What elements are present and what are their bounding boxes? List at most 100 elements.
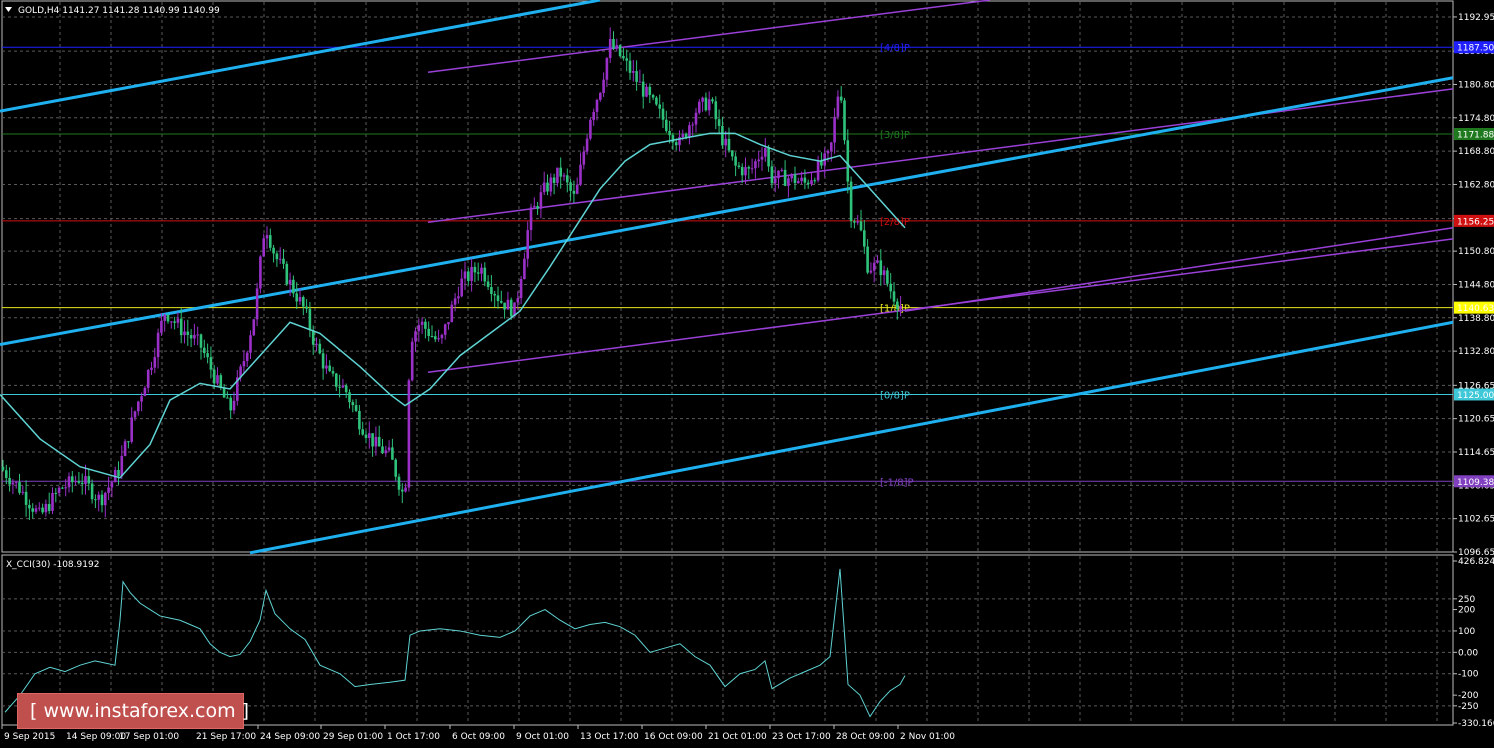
candle-body: [21, 491, 25, 493]
candle-body: [90, 483, 94, 500]
candle-body: [255, 288, 259, 320]
y-tick-label: 1138.80: [1458, 314, 1494, 324]
candle-body: [315, 343, 318, 345]
candle-body: [308, 308, 312, 331]
candle-body: [490, 287, 493, 294]
candle-body: [569, 182, 572, 191]
candle-body: [328, 365, 331, 372]
candle-body: [57, 487, 61, 494]
candle-body: [645, 86, 648, 97]
x-tick-label: 28 Oct 09:00: [836, 732, 895, 742]
candle-body: [232, 400, 236, 411]
candle-body: [417, 324, 421, 332]
candle-body: [140, 396, 143, 402]
candle-body: [311, 330, 315, 345]
x-tick-label: 17 Sep 01:00: [119, 732, 179, 742]
candle-body: [5, 470, 8, 478]
dropdown-arrow-icon[interactable]: [5, 7, 12, 12]
candle-body: [84, 476, 87, 485]
candle-body: [480, 267, 483, 274]
candle-body: [160, 320, 163, 333]
candle-body: [625, 58, 628, 61]
candle-body: [107, 487, 110, 493]
candle-body: [711, 99, 714, 102]
cci-y-tick-label: -250: [1458, 702, 1479, 712]
candle-body: [295, 293, 298, 302]
candle-body: [849, 181, 853, 222]
y-tick-label: 1132.80: [1458, 347, 1494, 357]
candle-body: [688, 125, 691, 138]
candle-body: [519, 279, 523, 299]
y-tick-label: 1168.80: [1458, 147, 1494, 157]
candle-body: [618, 45, 622, 56]
candle-body: [80, 482, 84, 485]
candle-body: [163, 314, 166, 321]
candle-body: [635, 71, 638, 82]
candle-body: [721, 125, 724, 146]
candle-body: [628, 60, 632, 73]
candle-body: [671, 135, 675, 143]
candle-body: [638, 81, 642, 83]
candle-body: [199, 334, 203, 348]
x-tick-label: 29 Sep 01:00: [323, 732, 383, 742]
candle-body: [579, 164, 582, 185]
candle-body: [806, 182, 810, 185]
candle-body: [879, 260, 883, 276]
candle-body: [302, 297, 305, 307]
cci-y-tick-label: 100: [1458, 627, 1475, 637]
candle-body: [64, 487, 67, 489]
x-tick-label: 24 Sep 09:00: [260, 732, 320, 742]
price-level-tag-label: 1125.00: [1457, 391, 1494, 401]
candle-body: [193, 335, 196, 339]
candle-body: [407, 380, 411, 488]
candle-body: [38, 507, 41, 509]
candle-body: [364, 434, 368, 439]
candle-body: [222, 387, 226, 398]
y-tick-label: 1150.80: [1458, 247, 1494, 257]
candle-body: [447, 322, 450, 325]
candle-body: [434, 336, 437, 340]
y-tick-label: 1102.65: [1458, 515, 1494, 525]
candle-body: [245, 352, 249, 362]
candle-body: [896, 301, 899, 310]
candle-body: [176, 318, 180, 323]
candle-body: [183, 331, 186, 336]
candle-body: [189, 335, 193, 339]
channel-line: [0, 76, 1454, 346]
candle-body: [622, 55, 625, 59]
candle-body: [453, 298, 457, 305]
candle-body: [127, 441, 130, 443]
candle-body: [100, 494, 104, 506]
candle-body: [665, 119, 668, 131]
candle-body: [394, 459, 397, 477]
candle-body: [704, 97, 708, 111]
candle-body: [585, 138, 589, 152]
candle-body: [123, 441, 127, 456]
y-tick-label: 1114.65: [1458, 448, 1494, 458]
candle-body: [767, 148, 770, 167]
candle-body: [764, 148, 767, 157]
price-level-tag-label: 1156.25: [1457, 217, 1494, 227]
candle-body: [146, 369, 150, 388]
candle-body: [506, 299, 510, 310]
price-level-tag-label: 1109.38: [1457, 478, 1494, 488]
candle-body: [358, 410, 361, 430]
cci-y-tick-label: 250: [1458, 595, 1475, 605]
candle-body: [242, 361, 246, 367]
y-tick-label: 1120.65: [1458, 415, 1494, 425]
x-tick-label: 2 Nov 01:00: [900, 732, 955, 742]
candle-body: [602, 79, 605, 93]
candle-body: [219, 375, 223, 388]
candle-body: [31, 508, 34, 512]
candle-body: [67, 476, 71, 488]
candle-body: [787, 178, 790, 186]
candle-body: [655, 97, 658, 105]
chart-area[interactable]: [4/8]P [3/8]P [2/8]P [1/8]P [0/8]P [-1/8]P 11…: [0, 0, 1494, 744]
candle-body: [797, 181, 800, 184]
candle-body: [170, 321, 173, 323]
candle-body: [889, 283, 892, 292]
candle-body: [74, 481, 77, 483]
candle-body: [899, 305, 902, 310]
price-level-tag-label: 1187.50: [1457, 44, 1494, 54]
level-label: [-1/8]P: [880, 477, 914, 488]
